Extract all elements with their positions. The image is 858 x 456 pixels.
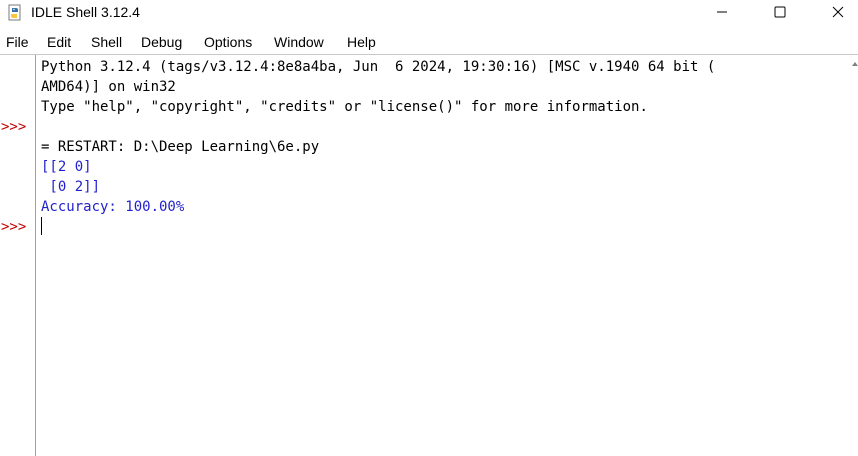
menu-help[interactable]: Help — [347, 33, 376, 51]
output-line: [0 2]] — [41, 179, 101, 195]
banner-line: Type "help", "copyright", "credits" or "… — [41, 99, 648, 115]
title-bar[interactable]: IDLE Shell 3.12.4 — [0, 0, 858, 26]
window-title: IDLE Shell 3.12.4 — [31, 4, 140, 20]
output-line: Accuracy: 100.00% — [41, 199, 185, 215]
banner-line: Python 3.12.4 (tags/v3.12.4:8e8a4ba, Jun… — [41, 59, 716, 75]
menu-options[interactable]: Options — [204, 33, 252, 51]
vertical-scrollbar[interactable] — [850, 55, 858, 456]
text-cursor — [41, 217, 42, 235]
shell-prompt: >>> — [1, 119, 27, 135]
scroll-up-arrow-icon[interactable] — [852, 62, 858, 66]
maximize-icon — [774, 3, 786, 22]
menu-shell[interactable]: Shell — [91, 33, 122, 51]
close-button[interactable] — [814, 0, 858, 24]
menu-bar: File Edit Shell Debug Options Window Hel… — [0, 31, 858, 53]
shell-divider — [0, 54, 858, 55]
menu-edit[interactable]: Edit — [47, 33, 71, 51]
maximize-button[interactable] — [756, 0, 804, 24]
shell-prompt: >>> — [1, 219, 27, 235]
minimize-button[interactable] — [698, 0, 746, 24]
python-idle-icon[interactable] — [6, 4, 24, 22]
menu-file[interactable]: File — [6, 33, 29, 51]
gutter-divider — [35, 55, 36, 456]
close-icon — [832, 3, 844, 22]
output-line: [[2 0] — [41, 159, 92, 175]
prompt-gutter — [0, 55, 34, 456]
idle-shell-window: IDLE Shell 3.12.4 File Edit Shell Debug … — [0, 0, 858, 456]
menu-debug[interactable]: Debug — [141, 33, 182, 51]
banner-line: AMD64)] on win32 — [41, 79, 176, 95]
restart-line: = RESTART: D:\Deep Learning\6e.py — [41, 139, 320, 155]
shell-area[interactable]: >>> >>> Python 3.12.4 (tags/v3.12.4:8e8a… — [0, 54, 858, 456]
minimize-icon — [716, 3, 728, 22]
menu-window[interactable]: Window — [274, 33, 324, 51]
